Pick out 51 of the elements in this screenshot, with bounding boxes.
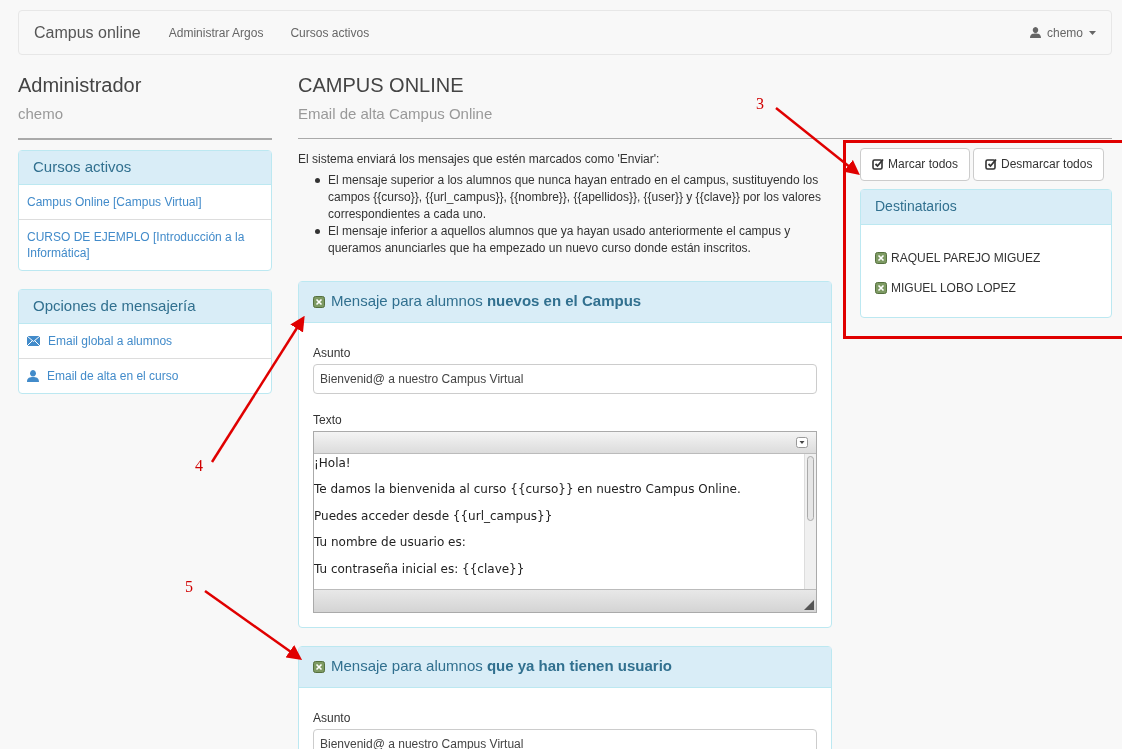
panel-header: Destinatarios (861, 189, 1111, 225)
page-subtitle: Email de alta Campus Online (298, 104, 493, 124)
annotation-number: 4 (195, 456, 203, 476)
panel-title: Mensaje para alumnos que ya han tienen usuario (331, 656, 672, 677)
bullet-icon (315, 228, 320, 234)
select-button[interactable]: Marcar todos (860, 147, 971, 181)
panel-title: Mensaje para alumnos nuevos en el Campus (331, 291, 642, 312)
sidebar-title: Administrador (18, 73, 143, 97)
annotation-number: 3 (756, 94, 764, 114)
field-label: Asunto (313, 344, 352, 362)
field-label: Asunto (313, 709, 352, 727)
checkbox-edit-icon (985, 158, 998, 170)
editor-line: Tu contraseña inicial es: {{clave}} (314, 561, 526, 576)
panel-header: Cursos activos (19, 150, 271, 185)
brand-link[interactable]: Campus online (34, 20, 141, 45)
editor-line: Te damos la bienvenida al curso {{curso}} en nuestro Campus Online. (314, 482, 742, 496)
checked-checkbox-icon[interactable] (875, 251, 887, 264)
select-button[interactable]: Desmarcar todos (973, 147, 1105, 181)
intro-text: El sistema enviará los mensajes que estén marcados como 'Enviar': (298, 150, 661, 168)
sidebar-subtitle: chemo (18, 104, 65, 124)
editor-line: Puedes acceder desde {{url_campus}} (314, 508, 554, 523)
checked-checkbox-icon[interactable] (875, 281, 887, 294)
checked-checkbox-icon[interactable] (313, 295, 325, 308)
text-editor[interactable]: ¡Hola! Te damos la bienvenida al curso {{curso}} en nuestro Campus Online. Puedes acceder desde {{url_campus}} Tu nombre de usuario es: Tu contraseña inicial es: {{clave}} (313, 430, 817, 613)
nav-link[interactable]: Administrar Argos (168, 23, 264, 42)
bullet-text: El mensaje superior a los alumnos que nunca hayan entrado en el campus, sustituyendo los campos {{curso}}, {{url_campus}}, {{nombre}}, {{apellidos}}, {{user}} y {{clave}} por los valores correspondientes a cada uno. (328, 171, 823, 223)
nav-link[interactable]: Cursos activos (290, 23, 370, 42)
field-label: Texto (313, 411, 343, 429)
bullet-text: El mensaje inferior a aquellos alumnos que ya hayan usado anteriormente el campus y queramos anunciarles que ha empezado un nuevo curso donde están inscritos. (328, 222, 792, 257)
annotation-number: 5 (185, 577, 193, 597)
user-icon (27, 369, 39, 382)
checked-checkbox-icon[interactable] (313, 660, 325, 673)
checkbox-edit-icon (872, 158, 884, 170)
envelope-icon (27, 335, 40, 346)
panel-header: Opciones de mensajería (19, 289, 271, 324)
recipient-name: RAQUEL PAREJO MIGUEZ (891, 249, 1041, 267)
sidebar-item[interactable]: CURSO DE EJEMPLO [Introducción a la Informática] (19, 218, 271, 270)
recipient-name: MIGUEL LOBO LOPEZ (891, 279, 1016, 297)
caret-icon (1089, 30, 1096, 35)
editor-line: Tu nombre de usuario es: (314, 535, 467, 549)
resize-grip-icon[interactable] (804, 599, 814, 610)
user-menu[interactable]: chemo (1029, 23, 1096, 42)
sidebar-item[interactable]: Campus Online [Campus Virtual] (19, 184, 271, 219)
sidebar-item[interactable]: Email de alta en el curso (19, 357, 271, 393)
subject-field[interactable]: Bienvenid@ a nuestro Campus Virtual (313, 363, 817, 394)
editor-line: ¡Hola! (314, 455, 352, 470)
user-icon (1029, 27, 1041, 38)
sidebar-item[interactable]: Email global a alumnos (19, 323, 271, 358)
dropdown-icon[interactable] (796, 436, 808, 448)
bullet-icon (315, 177, 320, 183)
page-title: CAMPUS ONLINE (298, 73, 464, 97)
